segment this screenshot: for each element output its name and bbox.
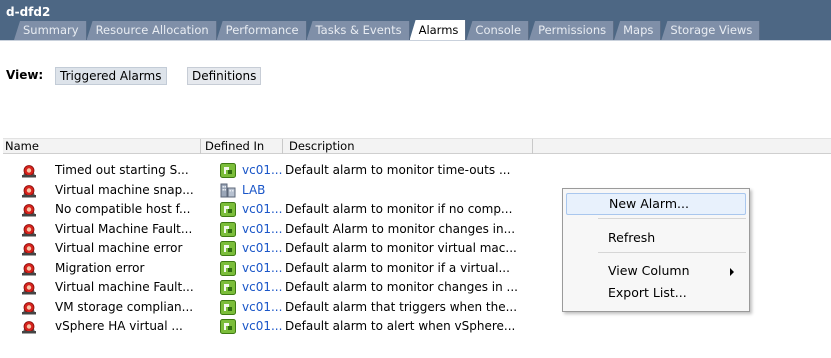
table-row[interactable]: Migration error vc01... Default alarm to m… [0, 259, 560, 279]
table-row[interactable]: VM storage complian... vc01... Default ala… [0, 298, 560, 318]
alarm-description: Default alarm to monitor time-outs ... [285, 163, 511, 177]
alarm-icon [21, 223, 37, 237]
tab-resource-allocation[interactable]: Resource Allocation [86, 21, 217, 40]
column-header-name[interactable]: Name [3, 139, 201, 154]
menu-item-new-alarm[interactable]: New Alarm... [566, 193, 746, 215]
table-row[interactable]: No compatible host f... vc01... Default al… [0, 200, 560, 220]
tab-storage-views[interactable]: Storage Views [661, 21, 761, 40]
alarm-icon [21, 301, 37, 315]
menu-separator [598, 218, 746, 219]
menu-separator [598, 252, 746, 253]
datacenter-icon [220, 183, 236, 198]
alarm-description: Default Alarm to monitor changes in... [285, 221, 516, 236]
defined-in-link[interactable]: vc01... [242, 239, 282, 259]
tab-maps[interactable]: Maps [614, 21, 662, 40]
table-row[interactable]: Virtual machine snap... LAB [0, 181, 560, 201]
cluster-icon [220, 260, 236, 276]
alarm-description: Default alarm to monitor changes in ... [285, 280, 518, 294]
column-header-defined-in[interactable]: Defined In [201, 139, 283, 154]
table-row[interactable]: Timed out starting S... vc01... Default al… [0, 161, 560, 181]
table-row[interactable]: vSphere HA virtual ... vc01... Default ala… [0, 317, 560, 337]
cluster-icon [220, 299, 236, 315]
alarm-name: Virtual machine snap... [55, 182, 194, 197]
alarm-description: Default alarm to monitor if a virtual... [285, 260, 510, 275]
tab-alarms[interactable]: Alarms [409, 20, 467, 40]
menu-item-refresh[interactable]: Refresh [566, 227, 746, 249]
alarm-name: vSphere HA virtual ... [55, 319, 183, 333]
tab-permissions[interactable]: Permissions [529, 21, 615, 40]
alarm-description: Default alarm to monitor virtual mac... [285, 241, 517, 255]
defined-in-link[interactable]: vc01... [242, 317, 282, 337]
defined-in-link[interactable]: vc01... [242, 298, 282, 318]
alarm-name: Virtual machine Fault... [55, 280, 194, 294]
alarm-description: Default alarm that triggers when the... [285, 299, 518, 314]
alarm-icon [21, 184, 37, 198]
tab-performance[interactable]: Performance [216, 21, 307, 40]
definitions-button[interactable]: Definitions [187, 67, 262, 85]
alarm-name: Virtual Machine Fault... [55, 221, 193, 236]
context-menu: New Alarm... Refresh View Column Export … [562, 188, 750, 312]
alarm-icon [21, 164, 37, 178]
menu-item-view-column[interactable]: View Column [566, 260, 746, 282]
cluster-icon [220, 163, 236, 178]
defined-in-link[interactable]: vc01... [242, 161, 282, 181]
submenu-arrow-icon [730, 268, 734, 276]
alarm-definitions-list: Timed out starting S... vc01... Default al… [0, 161, 560, 337]
alarm-name: No compatible host f... [55, 202, 191, 216]
tab-summary[interactable]: Summary [14, 21, 87, 40]
column-header-description[interactable]: Description [283, 139, 533, 154]
triggered-alarms-button[interactable]: Triggered Alarms [55, 67, 167, 85]
cluster-icon [220, 241, 236, 256]
tab-tasks-events[interactable]: Tasks & Events [306, 21, 410, 40]
cluster-icon [220, 221, 236, 237]
tab-bar: Summary Resource Allocation Performance … [14, 20, 761, 40]
defined-in-link[interactable]: LAB [242, 181, 265, 201]
defined-in-link[interactable]: vc01... [242, 220, 282, 240]
alarm-icon [21, 262, 37, 276]
menu-item-export-list[interactable]: Export List... [566, 282, 746, 304]
table-row[interactable]: Virtual machine Fault... vc01... Default a… [0, 278, 560, 298]
defined-in-link[interactable]: vc01... [242, 200, 282, 220]
menu-item-label: View Column [608, 263, 690, 278]
alarm-name: Timed out starting S... [55, 163, 189, 177]
alarm-icon [21, 242, 37, 256]
table-row[interactable]: Virtual machine error vc01... Default alar… [0, 239, 560, 259]
alarm-icon [21, 320, 37, 334]
cluster-icon [220, 280, 236, 295]
alarm-name: Virtual machine error [55, 241, 183, 255]
table-row[interactable]: Virtual Machine Fault... vc01... Default A… [0, 220, 560, 240]
alarm-icon [21, 203, 37, 217]
view-bar: View: Triggered Alarms Definitions [0, 40, 831, 92]
alarm-name: VM storage complian... [55, 299, 194, 314]
alarm-name: Migration error [55, 260, 145, 275]
cluster-icon [220, 319, 236, 334]
window-title: d-dfd2 [6, 5, 51, 19]
table-header: Name Defined In Description [3, 138, 831, 154]
alarm-icon [21, 281, 37, 295]
alarm-description: Default alarm to monitor if no comp... [285, 202, 513, 216]
defined-in-link[interactable]: vc01... [242, 278, 282, 298]
cluster-icon [220, 202, 236, 217]
tab-console[interactable]: Console [466, 21, 530, 40]
alarm-description: Default alarm to alert when vSphere... [285, 319, 516, 333]
view-label: View: [6, 68, 44, 82]
defined-in-link[interactable]: vc01... [242, 259, 282, 279]
title-bar: d-dfd2 Summary Resource Allocation Perfo… [0, 0, 831, 40]
